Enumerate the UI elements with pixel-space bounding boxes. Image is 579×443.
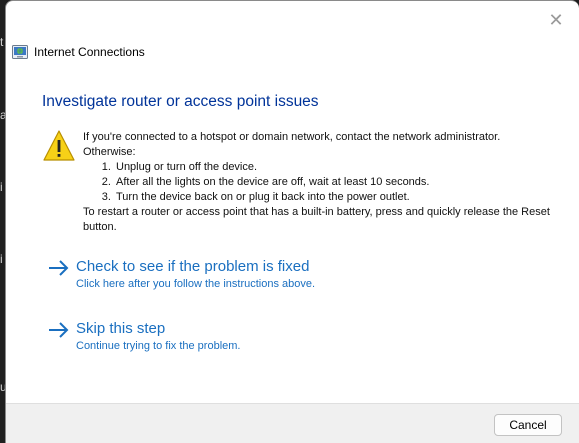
command-subtitle: Click here after you follow the instruct… [76,278,316,290]
skip-step-command-link[interactable]: Skip this step Continue trying to fix th… [48,319,240,352]
background-text-fragment: i [0,252,3,266]
instructions-steps: Unplug or turn off the device. After all… [83,160,563,205]
warning-icon [43,130,75,161]
network-globe-icon [12,45,28,59]
instructions-intro: If you're connected to a hotspot or doma… [83,131,501,143]
instructions-otherwise: Otherwise: [83,146,136,158]
instruction-step: Unplug or turn off the device. [114,160,563,175]
arrow-right-icon [49,322,69,338]
app-title: Internet Connections [34,45,145,59]
check-fixed-command-link[interactable]: Check to see if the problem is fixed Cli… [48,257,315,290]
background-text-fragment: i [0,180,3,194]
app-header: Internet Connections [12,43,145,61]
cancel-button[interactable]: Cancel [494,414,562,436]
instructions-outro: To restart a router or access point that… [83,206,550,233]
command-title: Skip this step [76,320,166,337]
troubleshooter-dialog: ✕ Internet Connections Investigate route… [5,0,579,443]
command-title: Check to see if the problem is fixed [76,258,310,275]
instructions-text: If you're connected to a hotspot or doma… [83,130,563,235]
instruction-step: Turn the device back on or plug it back … [114,190,563,205]
close-icon: ✕ [548,9,564,30]
command-subtitle: Continue trying to fix the problem. [76,340,241,352]
title-bar[interactable]: ✕ [6,1,579,37]
background-text-fragment: t [0,35,4,49]
arrow-right-icon [49,260,69,276]
dialog-footer: Cancel [6,403,579,443]
page-title: Investigate router or access point issue… [42,93,319,110]
close-button[interactable]: ✕ [541,7,571,33]
instruction-step: After all the lights on the device are o… [114,175,563,190]
